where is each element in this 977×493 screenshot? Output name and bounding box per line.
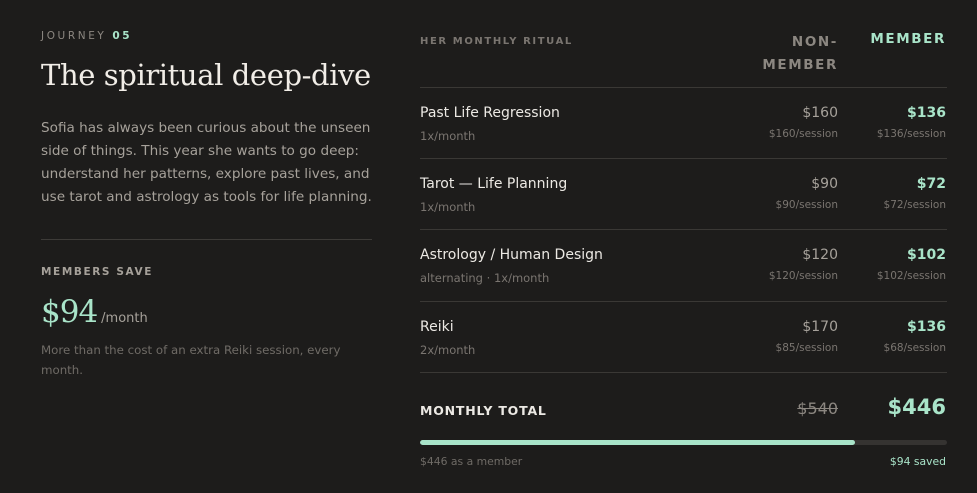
savings-note: More than the cost of an extra Reiki ses…	[41, 343, 341, 377]
non-member-per-session: $85/session	[775, 342, 838, 354]
service-name: Past Life Regression	[420, 105, 560, 121]
progress-saved-caption: $94 saved	[889, 455, 946, 468]
table-row: Tarot — Life Planning 1x/month $90 $90/s…	[420, 158, 947, 230]
member-per-session: $102/session	[876, 270, 946, 282]
table-row: Reiki 2x/month $170 $85/session $136 $68…	[420, 301, 947, 373]
savings-amount-block: $94/month	[41, 294, 148, 330]
non-member-price: $90	[811, 176, 838, 192]
service-frequency: alternating · 1x/month	[420, 271, 550, 285]
savings-label: MEMBERS SAVE	[41, 266, 154, 278]
non-member-price: $160	[802, 105, 838, 121]
page-title: The spiritual deep-dive	[41, 58, 371, 92]
journey-number: 05	[112, 30, 133, 42]
savings-amount: $94	[41, 294, 98, 330]
service-frequency: 2x/month	[420, 343, 476, 357]
service-frequency: 1x/month	[420, 129, 476, 143]
table-row: Astrology / Human Design alternating · 1…	[420, 229, 947, 301]
non-member-per-session: $90/session	[775, 199, 838, 211]
total-divider	[420, 372, 947, 373]
progress-member-caption: $446 as a member	[420, 455, 523, 468]
service-frequency: 1x/month	[420, 200, 476, 214]
total-label: MONTHLY TOTAL	[420, 403, 547, 418]
non-member-header: NON-MEMBER	[762, 34, 838, 73]
member-per-session: $68/session	[883, 342, 946, 354]
total-member: $446	[887, 395, 946, 419]
service-name: Astrology / Human Design	[420, 247, 603, 263]
service-name: Tarot — Life Planning	[420, 176, 568, 192]
savings-progress-bar	[420, 440, 947, 445]
non-member-price: $170	[802, 319, 838, 335]
savings-progress-fill	[420, 440, 856, 445]
non-member-price: $120	[802, 247, 838, 263]
member-price: $102	[907, 247, 946, 263]
journey-intro: Sofia has always been curious about the …	[41, 120, 372, 205]
member-per-session: $136/session	[876, 128, 946, 140]
member-price: $136	[907, 319, 946, 335]
non-member-per-session: $160/session	[768, 128, 838, 140]
journey-eyebrow: JOURNEY 05	[41, 30, 132, 42]
total-non-member: $540	[797, 399, 838, 418]
savings-period: /month	[101, 311, 148, 326]
member-header: MEMBER	[870, 31, 946, 47]
member-price: $72	[916, 176, 946, 192]
non-member-per-session: $120/session	[768, 270, 838, 282]
service-name: Reiki	[420, 319, 454, 335]
divider	[41, 239, 372, 240]
member-per-session: $72/session	[883, 199, 946, 211]
journey-eyebrow-label: JOURNEY	[41, 30, 107, 42]
table-row: Past Life Regression 1x/month $160 $160/…	[420, 87, 947, 159]
member-price: $136	[907, 105, 946, 121]
ritual-header: HER MONTHLY RITUAL	[420, 36, 573, 47]
